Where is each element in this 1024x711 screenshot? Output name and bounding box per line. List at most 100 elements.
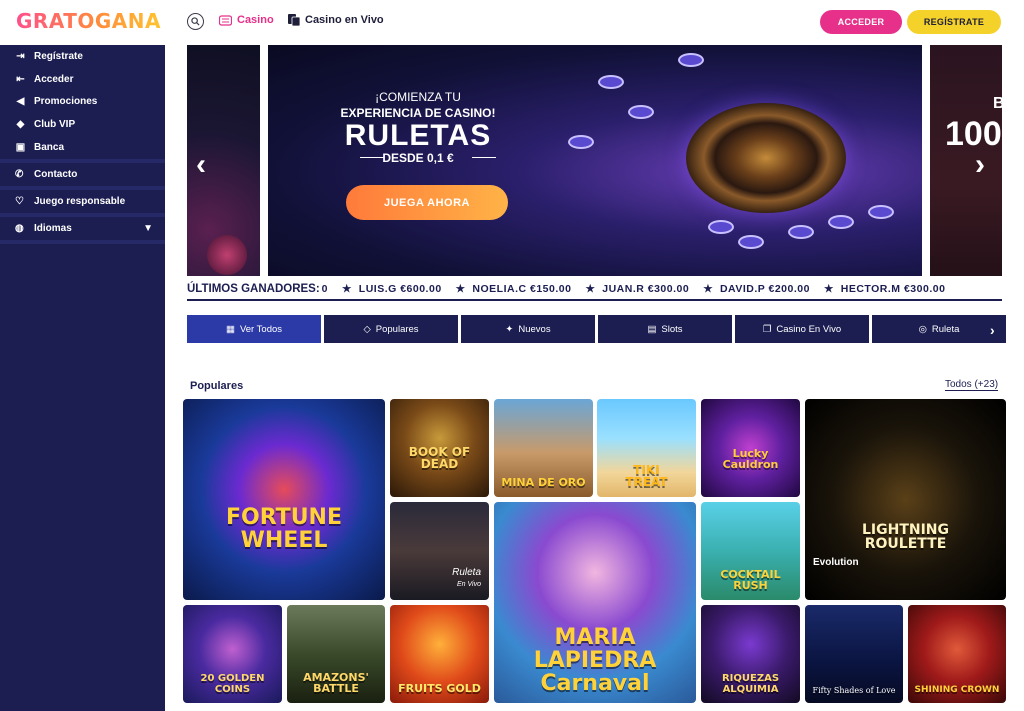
nav-vivo-label: Casino en Vivo bbox=[305, 14, 384, 26]
chip bbox=[678, 53, 704, 67]
section-title-populares: Populares bbox=[190, 380, 244, 392]
sidebar-item-idiomas[interactable]: ◍ Idiomas ▼ bbox=[0, 217, 165, 244]
tabs-next-arrow[interactable]: › bbox=[990, 322, 995, 338]
grid-icon: ▦ bbox=[225, 323, 235, 335]
sidebar-item-label: Acceder bbox=[34, 73, 74, 85]
tab-populares[interactable]: ◇ Populares bbox=[324, 315, 458, 343]
casino-icon bbox=[219, 14, 232, 26]
game-tile-mina-de-oro[interactable]: MINA DE ORO bbox=[494, 399, 593, 497]
sidebar-item-registrate[interactable]: ⇥ Regístrate bbox=[0, 45, 165, 68]
game-tile-fruits-gold[interactable]: FRUITS GOLD bbox=[390, 605, 489, 703]
winner-text: JUAN.R €300.00 bbox=[602, 283, 690, 295]
roulette-wheel-image bbox=[686, 103, 846, 213]
logo[interactable]: GRATOGANA bbox=[16, 9, 161, 33]
winner-item: ★ JUAN.R €300.00 bbox=[585, 283, 689, 295]
hero-eyebrow: ¡COMIENZA TU bbox=[375, 90, 461, 104]
evolution-logo: Evolution bbox=[813, 557, 859, 568]
game-tile-20-golden-coins[interactable]: 20 GOLDEN COINS bbox=[183, 605, 282, 703]
sidebar-item-acceder[interactable]: ⇤ Acceder bbox=[0, 68, 165, 91]
game-tile-fortune-wheel[interactable]: FORTUNE WHEEL bbox=[183, 399, 385, 600]
game-tile-tiki-treat[interactable]: TIKI TREAT bbox=[597, 399, 696, 497]
tab-slots[interactable]: ▤ Slots bbox=[598, 315, 732, 343]
decor-flower bbox=[207, 235, 247, 275]
game-tile-lucky-cauldron[interactable]: Lucky Cauldron bbox=[701, 399, 800, 497]
hero-next-title: 100 bbox=[945, 115, 1002, 153]
game-title: MINA DE ORO bbox=[501, 476, 586, 490]
heart-icon: ♡ bbox=[15, 195, 24, 207]
game-tile-riquezas-alquimia[interactable]: RIQUEZAS ALQUIMIA bbox=[701, 605, 800, 703]
nav-casino[interactable]: Casino bbox=[219, 14, 274, 26]
game-tile-amazons-battle[interactable]: AMAZONS' BATTLE bbox=[287, 605, 385, 703]
login-icon: ⇤ bbox=[16, 73, 25, 85]
winner-item: ★ LUIS.G €600.00 bbox=[342, 283, 442, 295]
diamond-icon: ◇ bbox=[363, 323, 371, 335]
registrate-button[interactable]: REGÍSTRATE bbox=[907, 10, 1001, 34]
tab-ruleta[interactable]: ◎ Ruleta bbox=[872, 315, 1006, 343]
tab-label: Populares bbox=[375, 323, 419, 335]
top-bar: GRATOGANA Casino Casino en Vivo ACCEDER … bbox=[0, 0, 1024, 45]
winner-text: NOELIA.C €150.00 bbox=[472, 283, 572, 295]
star-icon: ★ bbox=[823, 283, 834, 295]
chip bbox=[568, 135, 594, 149]
game-title: Ruleta bbox=[452, 567, 481, 578]
tab-label: Slots bbox=[661, 323, 683, 335]
star-icon: ★ bbox=[342, 283, 352, 295]
sidebar-item-juego-responsable[interactable]: ♡ Juego responsable bbox=[0, 190, 165, 217]
sidebar-item-club-vip[interactable]: ◆ Club VIP bbox=[0, 113, 165, 136]
game-tile-fifty-shades-of-love[interactable]: Fifty Shades of Love bbox=[805, 605, 903, 703]
search-button[interactable] bbox=[187, 13, 204, 30]
tab-ver-todos[interactable]: ▦ Ver Todos bbox=[187, 315, 321, 343]
sidebar-item-label: Banca bbox=[34, 142, 65, 154]
sidebar-item-label: Club VIP bbox=[34, 119, 76, 131]
chip bbox=[738, 235, 764, 249]
chip bbox=[628, 105, 654, 119]
star-icon: ★ bbox=[703, 283, 714, 295]
acceder-button[interactable]: ACCEDER bbox=[820, 10, 902, 34]
game-tile-shining-crown[interactable]: SHINING CROWN bbox=[908, 605, 1006, 703]
hero-next-arrow[interactable]: › bbox=[975, 148, 985, 182]
tab-label: Casino En Vivo bbox=[776, 323, 842, 335]
game-tile-maria-lapiedra[interactable]: MARIA LAPIEDRA Carnaval bbox=[494, 502, 696, 703]
hero-next-letter: B bbox=[993, 95, 1002, 112]
nav-casino-en-vivo[interactable]: Casino en Vivo bbox=[288, 14, 384, 26]
todos-link[interactable]: Todos (+23) bbox=[945, 379, 999, 391]
game-title: TIKI TREAT bbox=[625, 462, 668, 490]
hero-slide-next[interactable]: B 100 bbox=[930, 45, 1002, 276]
game-title: COCKTAIL RUSH bbox=[720, 567, 781, 593]
chip bbox=[868, 205, 894, 219]
chip bbox=[708, 220, 734, 234]
sidebar-item-promociones[interactable]: ◀ Promociones bbox=[0, 91, 165, 114]
hero-title: RULETAS bbox=[344, 119, 492, 152]
tab-casino-en-vivo[interactable]: ❐ Casino En Vivo bbox=[735, 315, 869, 343]
tab-label: Ver Todos bbox=[239, 323, 283, 335]
chevron-down-icon: ▼ bbox=[143, 222, 153, 234]
game-tile-cocktail-rush[interactable]: COCKTAIL RUSH bbox=[701, 502, 800, 600]
register-icon: ⇥ bbox=[16, 50, 25, 62]
game-tile-ruleta-en-vivo[interactable]: Ruleta En Vivo bbox=[390, 502, 489, 600]
game-tile-book-of-dead[interactable]: BOOK OF DEAD bbox=[390, 399, 489, 497]
sparkle-icon: ✦ bbox=[505, 323, 514, 335]
chip bbox=[788, 225, 814, 239]
game-title: FRUITS GOLD bbox=[398, 682, 481, 696]
chip bbox=[598, 75, 624, 89]
sidebar-item-label: Promociones bbox=[34, 96, 98, 108]
sidebar-item-label: Juego responsable bbox=[34, 195, 126, 207]
tab-nuevos[interactable]: ✦ Nuevos bbox=[461, 315, 595, 343]
game-title: Lucky Cauldron bbox=[722, 446, 779, 472]
sidebar-item-contacto[interactable]: ✆ Contacto bbox=[0, 163, 165, 190]
hero-slide-ruletas[interactable]: ¡COMIENZA TU EXPERIENCIA DE CASINO! RULE… bbox=[268, 45, 922, 276]
winner-text: DAVID.P €200.00 bbox=[719, 283, 810, 295]
tab-label: Nuevos bbox=[518, 323, 551, 335]
winner-text: LUIS.G €600.00 bbox=[358, 283, 442, 295]
hero-prev-arrow[interactable]: ‹ bbox=[196, 148, 206, 182]
sidebar-item-banca[interactable]: ▣ Banca bbox=[0, 136, 165, 159]
tab-label: Ruleta bbox=[931, 323, 960, 335]
winners-ticker: ÚLTIMOS GANADORES: 0 ★ LUIS.G €600.00 ★ … bbox=[187, 279, 1002, 301]
game-title: SHINING CROWN bbox=[914, 684, 1000, 695]
slot-icon: ▤ bbox=[647, 323, 657, 335]
game-title: Fifty Shades of Love bbox=[812, 685, 896, 695]
globe-icon: ◍ bbox=[15, 222, 24, 234]
game-title: MARIA LAPIEDRA Carnaval bbox=[533, 624, 657, 696]
juega-ahora-button[interactable]: JUEGA AHORA bbox=[346, 185, 508, 220]
game-tile-lightning-roulette[interactable]: LIGHTNING ROULETTE Evolution bbox=[805, 399, 1006, 600]
